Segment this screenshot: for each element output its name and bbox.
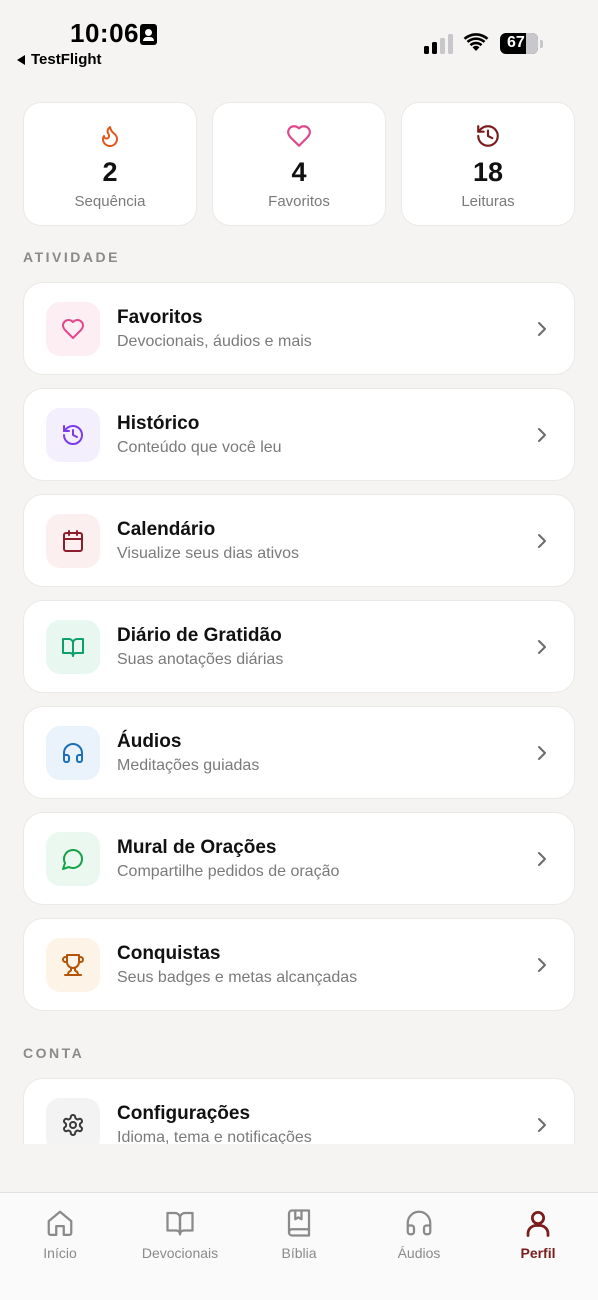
section-label-activity: ATIVIDADE [23, 249, 120, 265]
menu-item-subtitle: Seus badges e metas alcançadas [117, 969, 358, 986]
menu-item-calendar[interactable]: Calendário Visualize seus dias ativos [23, 494, 575, 587]
tab-label: Devocionais [141, 1245, 219, 1261]
menu-item-subtitle: Meditações guiadas [117, 757, 260, 774]
battery-icon: 67 [500, 33, 538, 54]
user-icon [523, 1207, 553, 1239]
back-triangle-icon [17, 54, 25, 65]
menu-item-title: Conquistas [117, 943, 221, 964]
tab-devotionals[interactable]: Devocionais [125, 1207, 235, 1261]
stat-card-streak: 2 Sequência [23, 102, 197, 226]
stats-row: 2 Sequência 4 Favoritos 18 Leituras [23, 102, 575, 226]
stat-label: Leituras [461, 193, 515, 210]
menu-item-title: Configurações [117, 1103, 251, 1124]
back-app-label: TestFlight [31, 51, 102, 68]
bottom-tab-bar: Início Devocionais Bíblia Áudios Perfil [0, 1192, 598, 1300]
cellular-signal-icon [424, 34, 453, 54]
headphones-icon [404, 1207, 434, 1239]
heart-icon [286, 123, 312, 149]
menu-item-title: Calendário [117, 519, 216, 540]
bible-icon [284, 1207, 314, 1239]
activity-menu: Favoritos Devocionais, áudios e mais His… [23, 282, 575, 1024]
menu-item-history[interactable]: Histórico Conteúdo que você leu [23, 388, 575, 481]
menu-item-subtitle: Visualize seus dias ativos [117, 545, 300, 562]
chevron-right-icon [538, 640, 546, 654]
trophy-icon [46, 938, 100, 992]
heart-icon [46, 302, 100, 356]
tab-label: Início [43, 1245, 77, 1261]
menu-item-subtitle: Compartilhe pedidos de oração [117, 863, 340, 880]
message-circle-icon [46, 832, 100, 886]
chevron-right-icon [538, 852, 546, 866]
stat-label: Sequência [74, 193, 146, 210]
stat-label: Favoritos [268, 193, 330, 210]
tab-home[interactable]: Início [5, 1207, 115, 1261]
home-icon [45, 1207, 75, 1239]
status-time: 10:06 [70, 18, 139, 48]
stat-card-readings: 18 Leituras [401, 102, 575, 226]
tab-audios[interactable]: Áudios [364, 1207, 474, 1261]
chevron-right-icon [538, 1118, 546, 1132]
chevron-right-icon [538, 428, 546, 442]
headphones-icon [46, 726, 100, 780]
chevron-right-icon [538, 746, 546, 760]
stat-value: 18 [472, 157, 504, 187]
menu-item-title: Mural de Orações [117, 837, 277, 858]
tab-label: Bíblia [281, 1245, 317, 1261]
stat-value: 2 [102, 157, 118, 187]
menu-item-achievements[interactable]: Conquistas Seus badges e metas alcançada… [23, 918, 575, 1011]
chevron-right-icon [538, 322, 546, 336]
back-to-app-link[interactable]: TestFlight [17, 51, 102, 68]
menu-item-prayer-wall[interactable]: Mural de Orações Compartilhe pedidos de … [23, 812, 575, 905]
stat-value: 4 [291, 157, 307, 187]
tab-label: Áudios [397, 1245, 441, 1261]
menu-item-subtitle: Idioma, tema e notificações [117, 1129, 312, 1144]
account-menu: Configurações Idioma, tema e notificaçõe… [23, 1078, 575, 1144]
history-icon [46, 408, 100, 462]
menu-item-audios[interactable]: Áudios Meditações guiadas [23, 706, 575, 799]
calendar-icon [46, 514, 100, 568]
chevron-right-icon [538, 958, 546, 972]
contact-card-icon [140, 24, 157, 45]
menu-item-title: Histórico [117, 413, 200, 434]
gear-icon [46, 1098, 100, 1144]
section-label-account: CONTA [23, 1045, 85, 1061]
menu-item-title: Áudios [117, 731, 182, 752]
menu-item-favorites[interactable]: Favoritos Devocionais, áudios e mais [23, 282, 575, 375]
history-icon [475, 123, 501, 149]
menu-item-subtitle: Suas anotações diárias [117, 651, 284, 668]
flame-icon [98, 123, 122, 149]
menu-item-title: Diário de Gratidão [117, 625, 282, 646]
stat-card-favorites: 4 Favoritos [212, 102, 386, 226]
book-open-icon [165, 1207, 195, 1239]
menu-item-settings[interactable]: Configurações Idioma, tema e notificaçõe… [23, 1078, 575, 1144]
battery-tip [540, 40, 543, 48]
menu-item-title: Favoritos [117, 307, 203, 328]
menu-item-subtitle: Devocionais, áudios e mais [117, 333, 312, 350]
battery-level: 67 [507, 34, 525, 51]
profile-scroll-area[interactable]: 2 Sequência 4 Favoritos 18 Leituras ATIV… [0, 80, 598, 1144]
tab-profile[interactable]: Perfil [483, 1207, 593, 1261]
book-open-icon [46, 620, 100, 674]
tab-label: Perfil [520, 1245, 556, 1261]
tab-bible[interactable]: Bíblia [244, 1207, 354, 1261]
wifi-icon [463, 33, 489, 51]
chevron-right-icon [538, 534, 546, 548]
menu-item-gratitude-journal[interactable]: Diário de Gratidão Suas anotações diária… [23, 600, 575, 693]
status-bar: 10:06 TestFlight 67 [0, 0, 598, 80]
menu-item-subtitle: Conteúdo que você leu [117, 439, 282, 456]
